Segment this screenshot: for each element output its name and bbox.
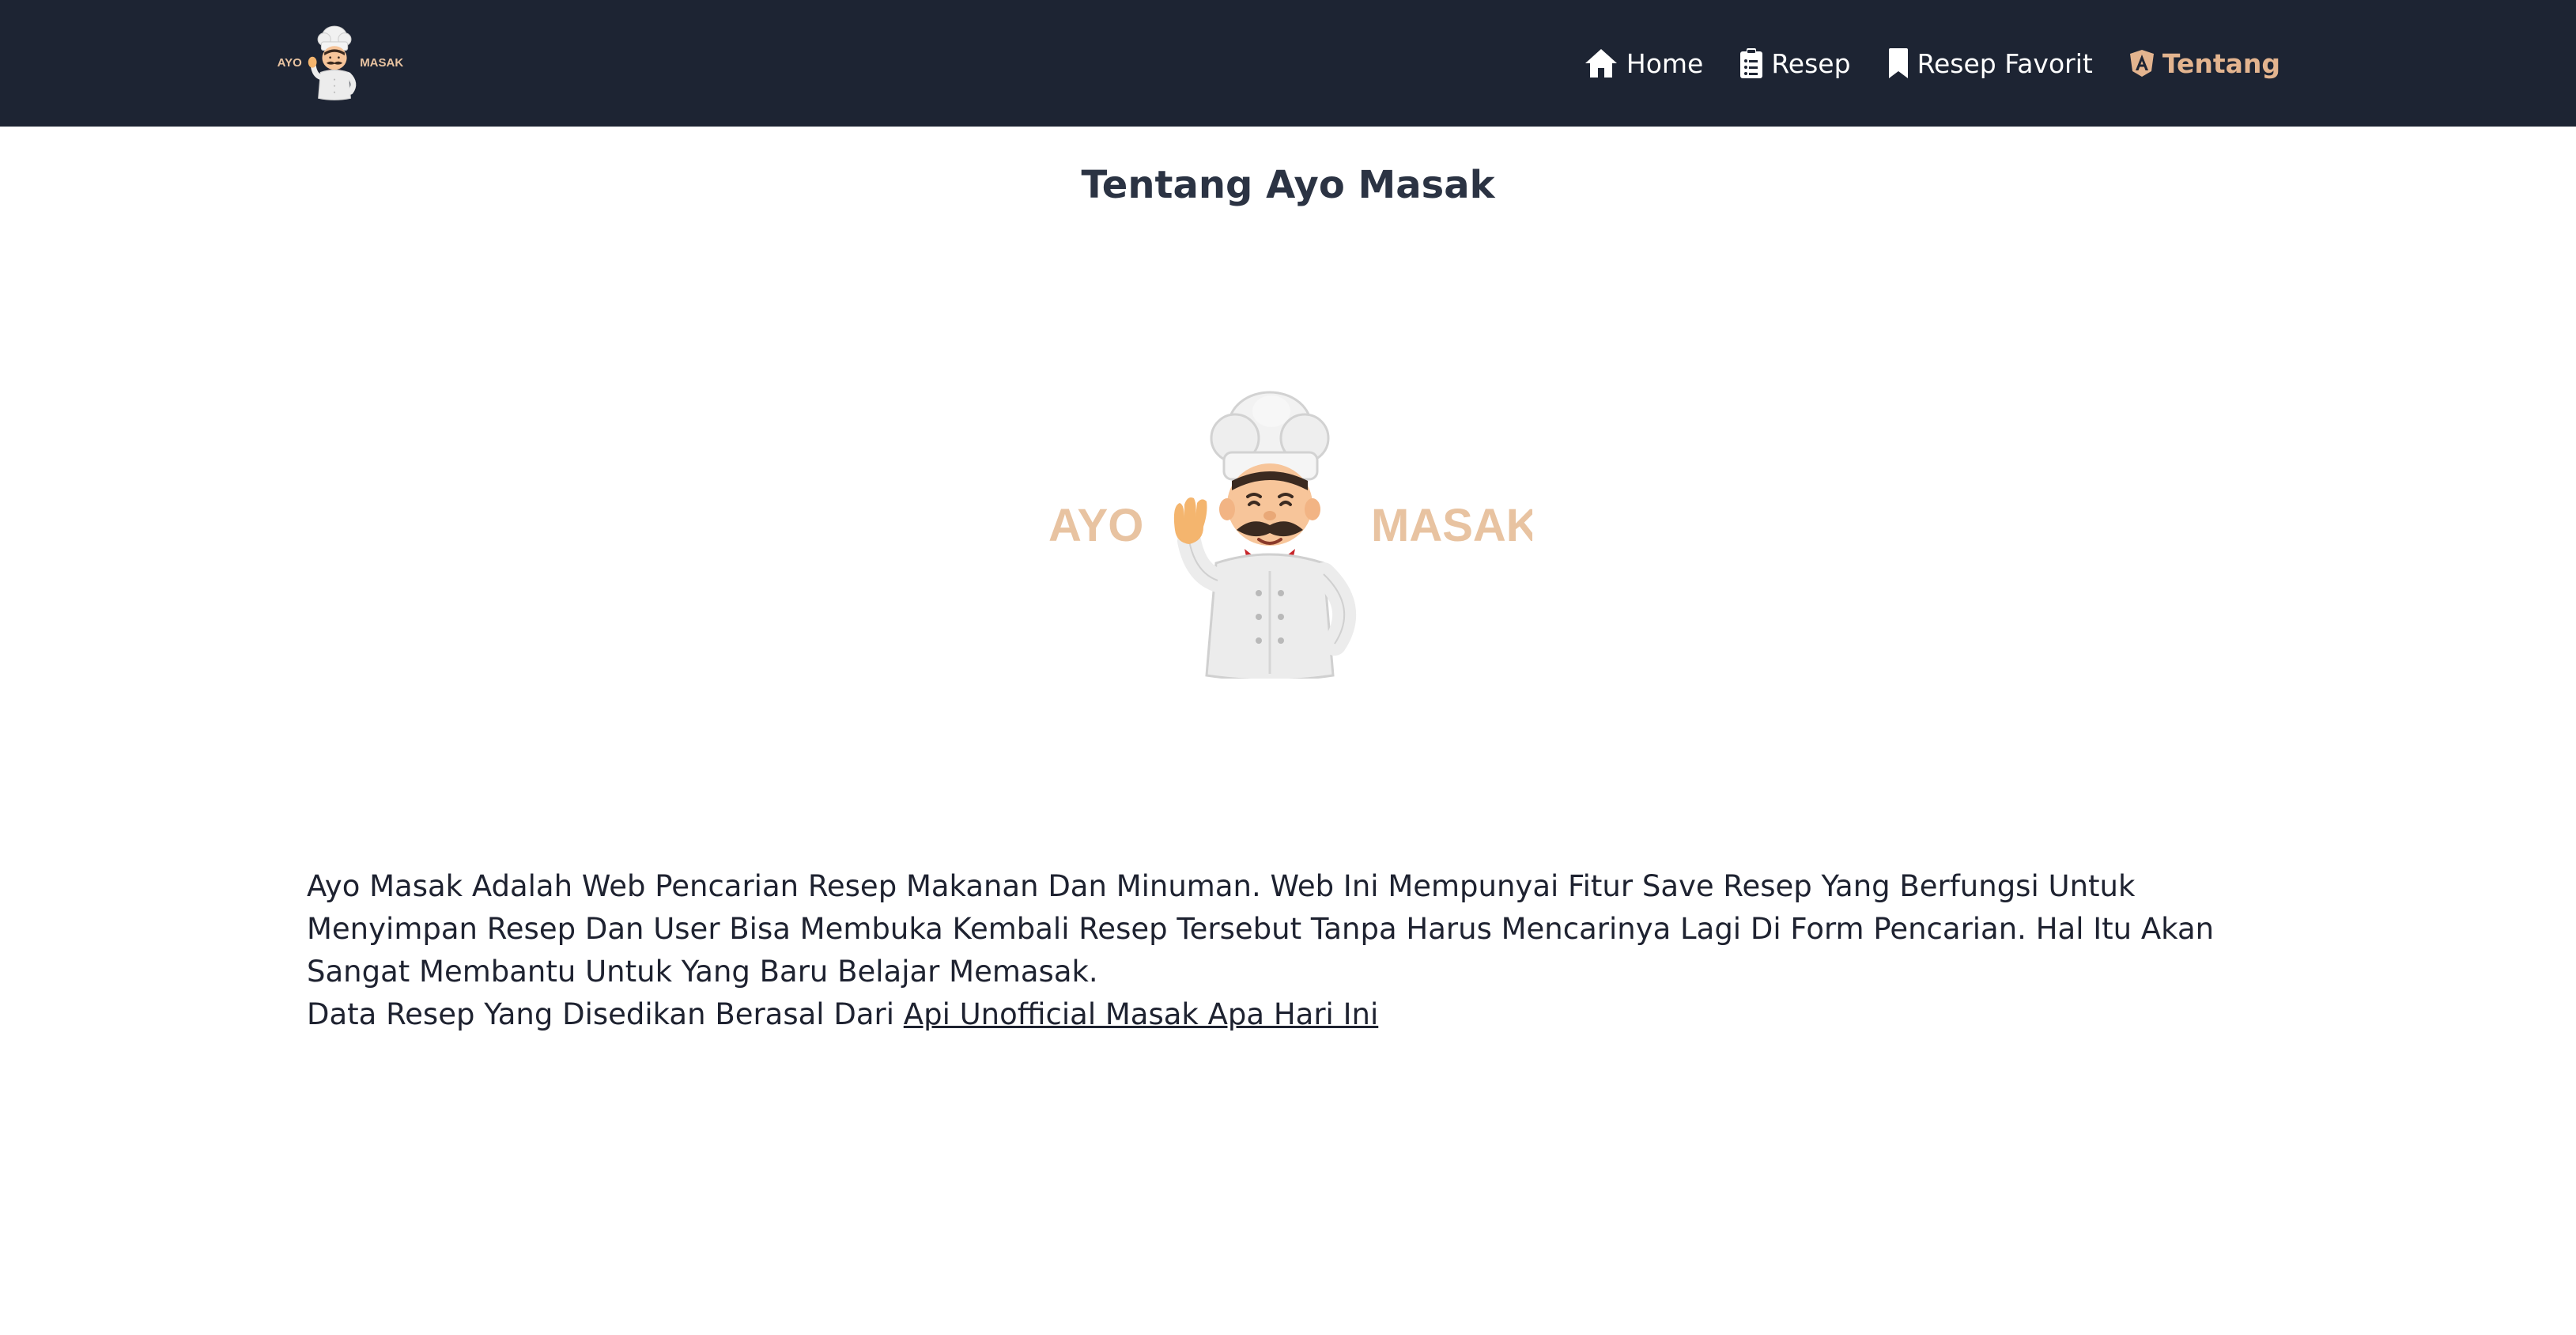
api-source-link[interactable]: Api Unofficial Masak Apa Hari Ini	[904, 997, 1378, 1031]
nav-tentang[interactable]: Tentang	[2129, 48, 2280, 79]
hero-logo: AYO MASAK	[1048, 386, 1539, 682]
page-title: Tentang Ayo Masak	[1081, 163, 1495, 207]
top-navbar: AYO MASAK Home Resep Resep Favorit Tenta…	[0, 0, 2576, 127]
about-source: Data Resep Yang Disedikan Berasal Dari A…	[307, 993, 2268, 1036]
nav-home-label: Home	[1626, 47, 1704, 79]
nav-tentang-label: Tentang	[2162, 47, 2280, 79]
svg-text:MASAK: MASAK	[360, 56, 403, 70]
clipboard-list-icon	[1739, 47, 1763, 79]
brand-logo[interactable]: AYO MASAK	[275, 24, 405, 103]
about-paragraph: Ayo Masak Adalah Web Pencarian Resep Mak…	[307, 869, 2215, 989]
nav-resep-label: Resep	[1771, 47, 1851, 79]
bookmark-icon	[1887, 47, 1909, 79]
nav-resep[interactable]: Resep	[1739, 47, 1851, 79]
svg-text:MASAK: MASAK	[1371, 500, 1532, 551]
angular-icon	[2129, 49, 2155, 78]
nav-resep-favorit-label: Resep Favorit	[1917, 47, 2093, 79]
chef-logo-icon: AYO MASAK	[278, 25, 403, 100]
nav-resep-favorit[interactable]: Resep Favorit	[1887, 47, 2093, 79]
chef-mascot-icon: AYO MASAK	[1048, 391, 1539, 682]
home-icon	[1584, 47, 1618, 79]
nav-home[interactable]: Home	[1584, 47, 1703, 79]
svg-text:AYO: AYO	[1048, 500, 1143, 551]
svg-text:AYO: AYO	[278, 56, 302, 70]
about-source-prefix: Data Resep Yang Disedikan Berasal Dari	[307, 997, 904, 1031]
main-nav: Home Resep Resep Favorit Tentang	[1584, 41, 2280, 85]
about-section: Ayo Masak Adalah Web Pencarian Resep Mak…	[307, 865, 2268, 1036]
